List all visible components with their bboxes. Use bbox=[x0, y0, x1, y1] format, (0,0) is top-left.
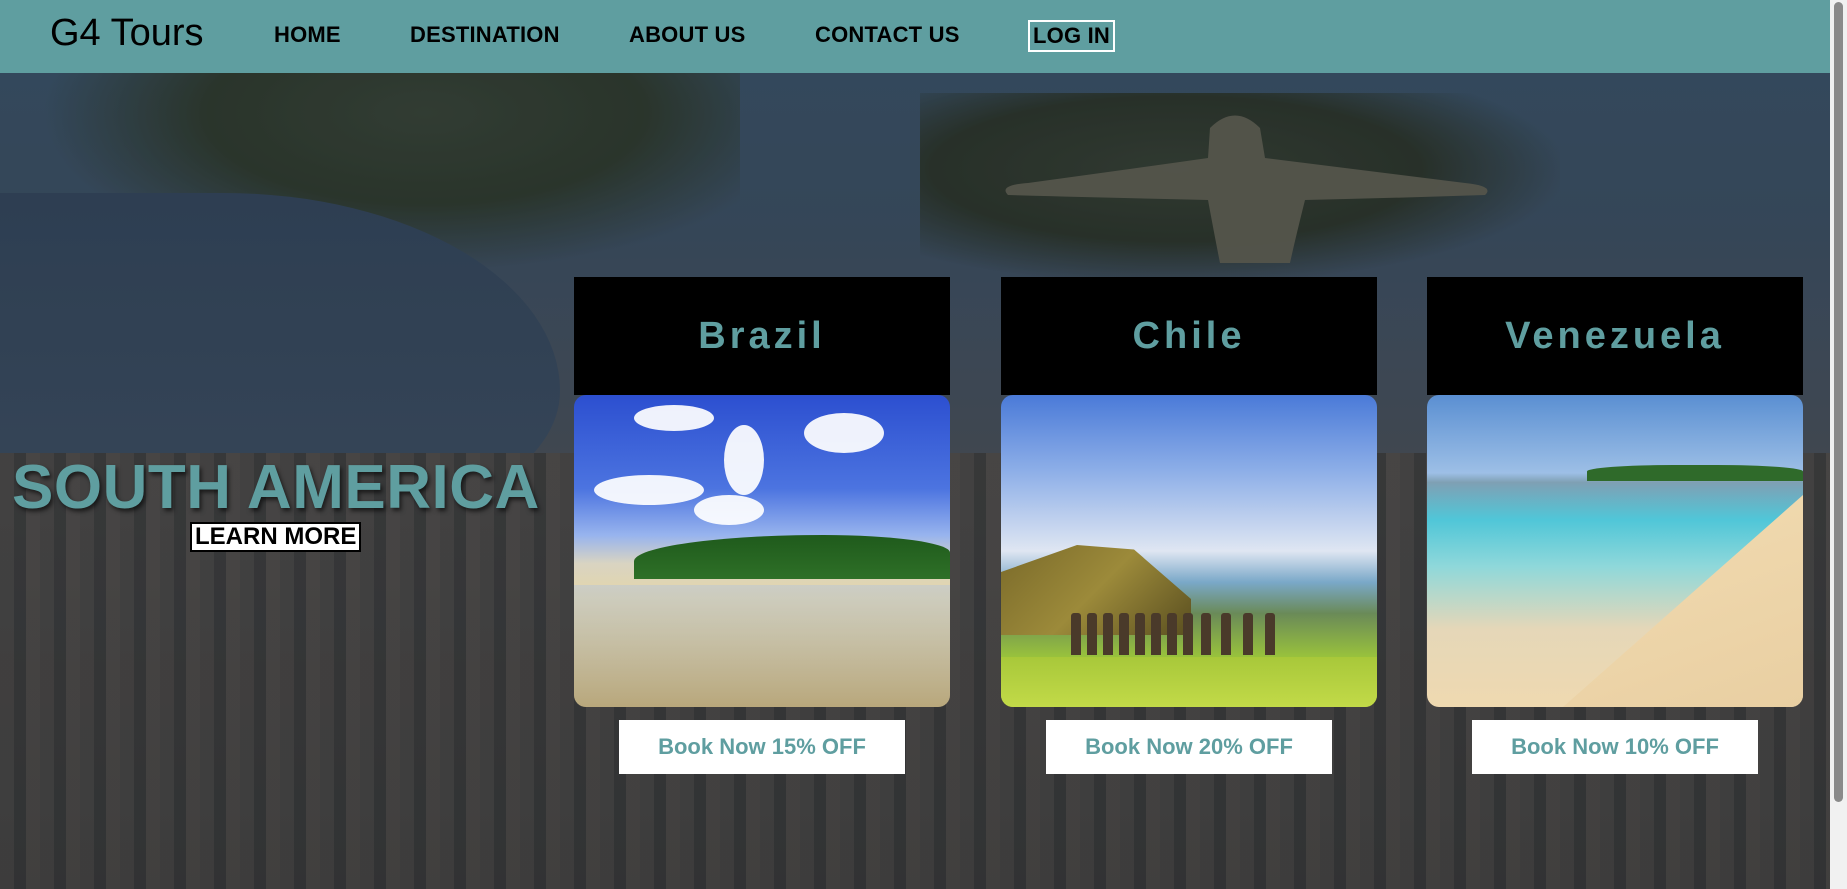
venezuela-beach-image bbox=[1427, 395, 1803, 707]
scrollbar-thumb[interactable] bbox=[1834, 2, 1843, 802]
card-header: Brazil bbox=[574, 277, 950, 395]
top-navbar: G4 Tours HOME DESTINATION ABOUT US CONTA… bbox=[0, 0, 1830, 73]
book-now-chile-button[interactable]: Book Now 20% OFF bbox=[1046, 720, 1332, 774]
hero-title: SOUTH AMERICA bbox=[12, 453, 540, 522]
learn-more-button[interactable]: LEARN MORE bbox=[190, 522, 362, 552]
destination-card-chile: Chile Book Now 20% OFF bbox=[1001, 277, 1377, 774]
book-now-venezuela-button[interactable]: Book Now 10% OFF bbox=[1472, 720, 1758, 774]
nav-link-home[interactable]: HOME bbox=[274, 22, 341, 48]
nav-link-contact-us[interactable]: CONTACT US bbox=[815, 22, 960, 48]
destination-card-venezuela: Venezuela Book Now 10% OFF bbox=[1427, 277, 1803, 774]
nav-link-about-us[interactable]: ABOUT US bbox=[629, 22, 746, 48]
chile-moai-image bbox=[1001, 395, 1377, 707]
book-now-brazil-button[interactable]: Book Now 15% OFF bbox=[619, 720, 905, 774]
vertical-scrollbar[interactable] bbox=[1830, 0, 1847, 889]
brand-logo-text[interactable]: G4 Tours bbox=[50, 12, 203, 55]
card-title: Chile bbox=[1132, 314, 1246, 357]
login-button[interactable]: LOG IN bbox=[1028, 20, 1115, 52]
card-title: Venezuela bbox=[1505, 314, 1725, 357]
brazil-beach-image bbox=[574, 395, 950, 707]
destination-card-brazil: Brazil Book Now 15% OFF bbox=[574, 277, 950, 774]
card-header: Venezuela bbox=[1427, 277, 1803, 395]
card-title: Brazil bbox=[698, 314, 826, 357]
card-header: Chile bbox=[1001, 277, 1377, 395]
nav-link-destination[interactable]: DESTINATION bbox=[410, 22, 560, 48]
